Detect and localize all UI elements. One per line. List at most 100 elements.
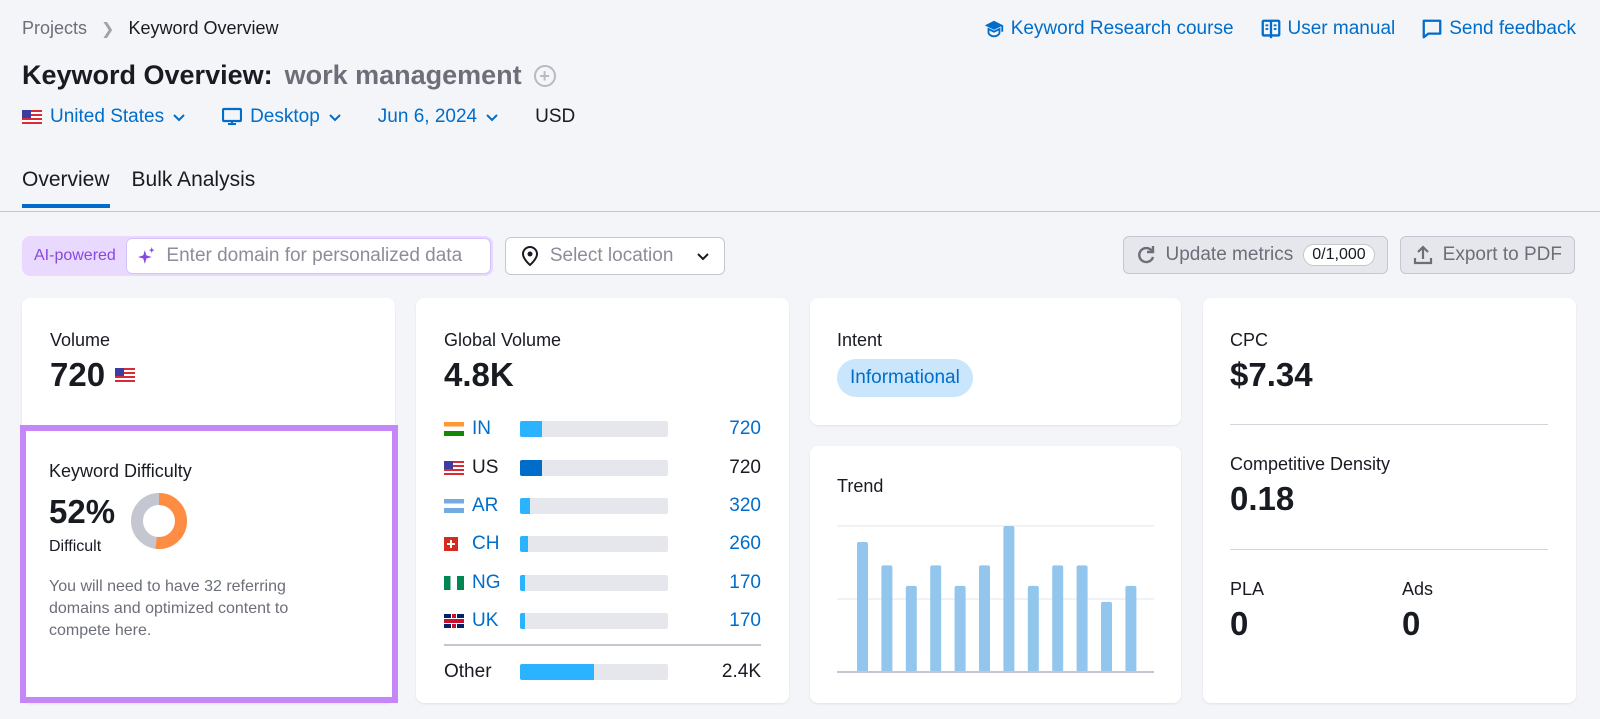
country-bar-track [520,613,668,630]
trend-bar-9[interactable] [1052,565,1064,672]
chevron-right-icon: ❯ [101,20,115,38]
trend-bar-2[interactable] [881,565,893,672]
user-manual-label: User manual [1287,18,1396,39]
trend-bar-3[interactable] [905,585,917,672]
trend-bar-1[interactable] [857,542,868,672]
update-metrics-label: Update metrics [1165,244,1294,265]
location-placeholder: Select location [549,245,674,266]
right-tools: Update metrics 0/1,000 Export to PDF [1122,236,1575,274]
keyword-research-course-label: Keyword Research course [1010,18,1234,39]
location-select[interactable]: Select location [504,237,725,275]
trend-bar-10[interactable] [1076,565,1088,672]
country-bar-fill [520,613,526,630]
desktop-icon [222,107,243,125]
intent-badge: Informational [837,359,973,397]
tab-bulk-analysis[interactable]: Bulk Analysis [132,168,256,208]
trend-bar-chart [837,525,1154,673]
pla-label: PLA [1230,579,1265,599]
country-bar-track [520,536,668,553]
other-label: Other [444,661,492,683]
keyword-difficulty-card: Keyword Difficulty 52% Difficult You wil… [20,425,398,703]
date-label: Jun 6, 2024 [377,106,478,127]
country-row-uk: UK 170 [444,602,761,640]
trend-card: Trend [810,446,1181,703]
breadcrumb: Projects ❯ Keyword Overview [22,18,278,39]
country-bar-fill [520,497,530,514]
country-code[interactable]: AR [472,495,520,517]
country-row-us: US 720 [444,448,761,486]
tabs-divider [0,211,1600,212]
other-bar-fill [520,664,594,681]
filters-bar: United States Desktop Jun 6, 2024 USD [22,106,575,128]
trend-bar-12[interactable] [1125,585,1137,672]
volume-label: Volume [50,330,111,350]
chevron-down-icon [486,114,498,122]
competitive-density-label: Competitive Density [1230,454,1391,474]
trend-bar-5[interactable] [954,585,966,672]
trend-bar-8[interactable] [1027,585,1039,672]
trend-bar-7[interactable] [1003,526,1015,672]
country-code[interactable]: IN [472,418,520,440]
pla-value: 0 [1230,605,1249,642]
ads-value: 0 [1402,605,1421,642]
country-bar-fill [520,536,528,553]
country-bar-track [520,497,668,514]
country-volume[interactable]: 720 [729,418,761,440]
breadcrumb-projects[interactable]: Projects [22,18,87,39]
chevron-down-icon [697,253,709,261]
trend-label: Trend [837,476,884,496]
country-list: IN 720 US 720 AR 320 CH 260 NG 170 UK 170 [444,410,761,640]
domain-input[interactable] [166,245,480,267]
country-volume[interactable]: 170 [729,610,761,632]
cpc-value: $7.34 [1230,356,1313,393]
trend-bar-11[interactable] [1101,601,1112,672]
other-divider [444,644,761,646]
breadcrumb-current: Keyword Overview [128,18,279,38]
country-volume[interactable]: 320 [729,495,761,517]
export-pdf-button[interactable]: Export to PDF [1399,236,1575,274]
date-dropdown[interactable]: Jun 6, 2024 [378,106,499,128]
country-row-ar: AR 320 [444,487,761,525]
intent-label: Intent [837,330,883,350]
trend-bar-4[interactable] [930,565,942,672]
us-flag-icon [115,368,136,382]
country-code[interactable]: CH [472,533,520,555]
update-metrics-button[interactable]: Update metrics 0/1,000 [1122,236,1388,274]
upload-icon [1413,245,1432,265]
refresh-icon [1137,246,1154,264]
send-feedback-label: Send feedback [1449,18,1576,39]
country-volume[interactable]: 260 [729,533,761,555]
location-pin-icon [521,246,538,266]
ar-flag-icon [444,498,464,513]
country-code[interactable]: NG [472,572,520,594]
ai-powered-label: AI-powered [34,247,116,264]
keyword-research-course-link[interactable]: Keyword Research course [983,18,1234,40]
divider [1230,424,1548,425]
in-flag-icon [444,422,464,437]
user-manual-link[interactable]: User manual [1260,18,1396,40]
country-code[interactable]: UK [472,610,520,632]
tab-overview[interactable]: Overview [22,168,110,208]
graduation-cap-icon [984,20,1003,38]
country-dropdown[interactable]: United States [22,106,186,128]
country-bar-track [520,459,668,476]
keyword-difficulty-description: You will need to have 32 referring domai… [49,578,289,639]
ads-label: Ads [1402,579,1434,599]
country-row-ch: CH 260 [444,525,761,563]
global-volume-label: Global Volume [444,330,562,350]
currency-label: USD [535,106,576,127]
ch-flag-icon [444,537,458,552]
country-bar-fill [520,421,543,438]
cpc-card: CPC $7.34 Competitive Density 0.18 PLA 0… [1203,298,1576,703]
country-row-other: Other 2.4K [444,653,761,691]
trend-bar-6[interactable] [979,565,990,672]
country-volume[interactable]: 170 [729,572,761,594]
message-icon [1422,19,1442,39]
domain-input-wrapper [125,238,491,274]
export-pdf-label: Export to PDF [1442,244,1562,265]
device-dropdown[interactable]: Desktop [222,106,342,128]
page-title-text: Keyword Overview: [22,60,273,90]
send-feedback-link[interactable]: Send feedback [1421,18,1576,40]
chevron-down-icon [173,114,185,122]
plus-circle-icon[interactable]: + [533,64,556,87]
